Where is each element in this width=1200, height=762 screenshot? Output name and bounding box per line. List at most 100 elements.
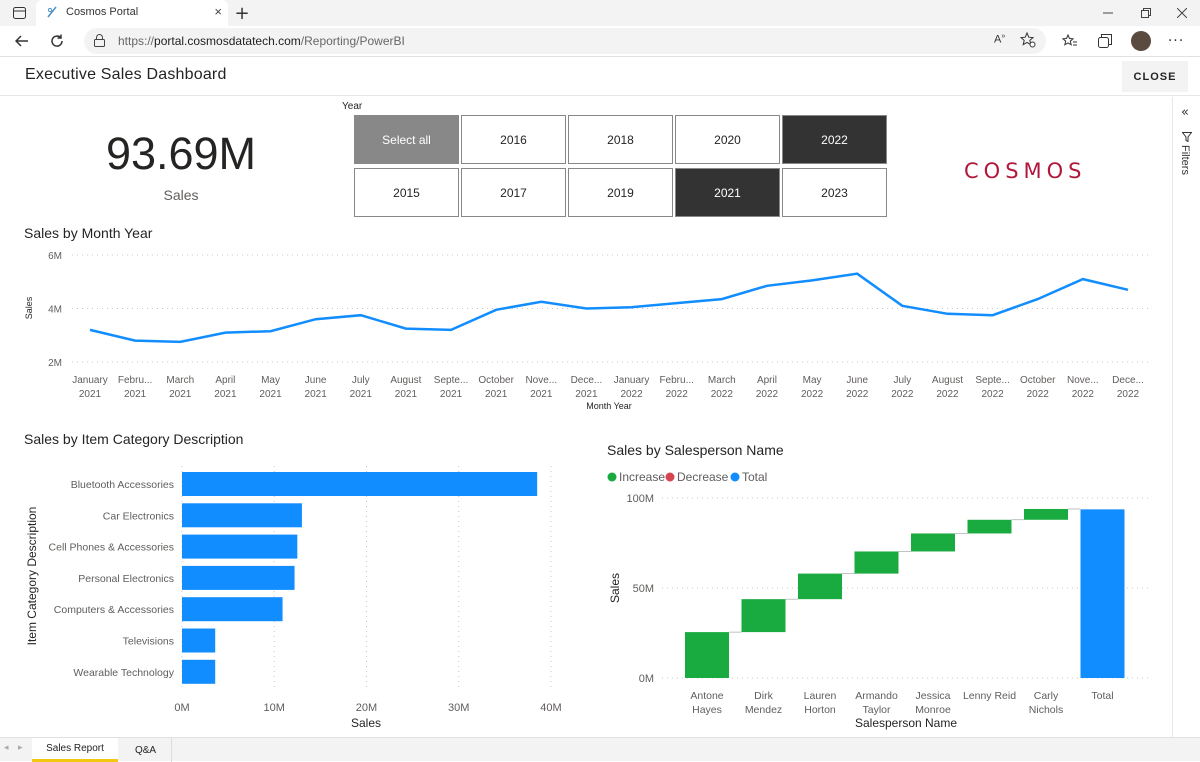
x-axis-title: Sales [351,716,381,730]
kpi-value: 93.69M [105,128,257,179]
back-icon[interactable] [12,31,32,51]
legend-label: Total [742,470,767,484]
x-tick-label: Nove... 2021 [525,375,557,400]
close-tab-icon[interactable]: × [214,4,222,19]
url-field[interactable]: https://portal.cosmosdatatech.com/Report… [84,28,1046,54]
y-tick-label: 0M [639,673,654,685]
dashboard-header: Executive Sales Dashboard CLOSE [0,57,1200,96]
y-tick-label: 4M [48,305,62,316]
waterfall-chart-title: Sales by Salesperson Name [607,442,784,458]
refresh-icon[interactable] [47,31,67,51]
sales-by-salesperson-waterfall-chart[interactable]: Increase Decrease Total 100M 50M 0M Sales Anton… [600,462,1160,734]
legend-marker [730,472,740,482]
line-chart-title: Sales by Month Year [24,225,153,241]
new-tab-icon[interactable]: + [232,3,252,24]
category-bar [182,565,295,590]
year-slicer-button[interactable]: 2015 [354,168,459,217]
page-title: Executive Sales Dashboard [25,66,227,83]
x-axis-title: Salesperson Name [855,716,957,730]
waterfall-bar [1024,508,1068,520]
more-options-icon[interactable]: ··· [1166,31,1186,51]
tab-actions-icon[interactable] [9,3,29,23]
y-tick-label: Personal Electronics [78,573,174,585]
year-slicer-button[interactable]: 2017 [461,168,566,217]
read-aloud-icon[interactable]: A» [994,33,1005,46]
x-tick-label: August 2021 [390,375,421,400]
x-tick-label: 20M [356,702,377,714]
y-axis-title: Sales [24,296,34,319]
site-favicon-icon [46,6,58,21]
browser-tab[interactable]: Cosmos Portal × [36,0,228,26]
year-slicer-button[interactable]: 2023 [782,168,887,217]
waterfall-bar [967,519,1012,534]
x-tick-label: Jessica Monroe [915,690,951,716]
x-tick-label: August 2022 [932,375,963,400]
x-tick-label: 30M [448,702,469,714]
x-tick-label: Dece... 2021 [571,375,603,400]
lock-icon[interactable] [94,34,105,50]
x-tick-label: May 2022 [801,375,824,400]
legend-label: Increase [619,470,665,484]
x-tick-label: 0M [174,702,189,714]
category-bar [182,659,216,684]
close-window-icon[interactable] [1172,3,1192,23]
minimize-icon[interactable] [1098,3,1118,23]
x-tick-label: 40M [540,702,561,714]
x-tick-label: Febru... 2021 [118,375,152,400]
collections-icon[interactable] [1095,31,1115,51]
y-tick-label: 6M [48,251,62,262]
waterfall-bar [854,551,899,574]
x-tick-label: March 2022 [708,375,736,400]
legend-marker [607,472,617,482]
y-tick-label: Wearable Technology [73,667,174,679]
year-slicer-button[interactable]: 2016 [461,115,566,164]
x-tick-label: Septe... 2021 [434,375,468,400]
browser-tab-bar: Cosmos Portal × + [0,0,1200,26]
x-tick-label: Septe... 2022 [975,375,1009,400]
y-tick-label: 100M [626,493,654,505]
filters-label: Filters [1179,145,1191,175]
sales-by-category-bar-chart[interactable]: 0M 10M 20M 30M 40M Bluetooth Accessories Car E… [20,458,580,734]
year-slicer-button[interactable]: 2018 [568,115,673,164]
x-tick-label: Antone Hayes [690,690,723,716]
year-slicer-button[interactable]: 2019 [568,168,673,217]
filter-funnel-icon [1181,127,1193,146]
category-bar [182,503,302,528]
x-tick-label: Armando Taylor [855,690,898,716]
y-tick-label: 2M [48,358,62,369]
waterfall-bar [798,573,842,600]
waterfall-bar [741,599,786,633]
legend-label: Decrease [677,470,729,484]
address-bar-row: https://portal.cosmosdatatech.com/Report… [0,26,1200,57]
profile-avatar[interactable] [1131,31,1151,51]
kpi-label: Sales [163,187,199,203]
tab-sales-report[interactable]: Sales Report [32,738,118,762]
x-axis-title: Month Year [586,401,632,411]
waterfall-bar [685,632,729,678]
expand-filters-icon[interactable]: « [1181,105,1189,120]
sales-by-month-line-chart[interactable]: 6M 4M 2M Sales January 2021 Febru... 2021 March 2… [20,244,1160,414]
x-tick-label: January 2022 [614,375,650,400]
close-button[interactable]: CLOSE [1122,61,1188,92]
legend-marker [665,472,675,482]
filters-pane[interactable]: « Filters [1172,97,1200,737]
x-tick-label: April 2021 [214,375,237,400]
x-tick-label: Carly Nichols [1029,690,1063,716]
x-tick-label: July 2022 [891,375,914,400]
y-tick-label: Computers & Accessories [54,604,174,616]
x-tick-label: Nove... 2022 [1067,375,1099,400]
scroll-right-icon[interactable]: ▸ [18,743,23,753]
year-slicer-button[interactable]: Select all [354,115,459,164]
y-tick-label: Car Electronics [103,510,174,522]
tab-qna[interactable]: Q&A [120,738,172,762]
year-slicer-button[interactable]: 2020 [675,115,780,164]
year-slicer-button[interactable]: 2021 [675,168,780,217]
favorites-icon[interactable] [1060,31,1080,51]
x-tick-label: March 2021 [166,375,194,400]
url-text: https://portal.cosmosdatatech.com/Report… [118,34,405,48]
y-tick-label: Bluetooth Accessories [71,479,174,491]
year-slicer-button[interactable]: 2022 [782,115,887,164]
favorite-star-icon[interactable] [1019,31,1036,51]
scroll-left-icon[interactable]: ◂ [4,743,9,753]
restore-icon[interactable] [1136,3,1156,23]
